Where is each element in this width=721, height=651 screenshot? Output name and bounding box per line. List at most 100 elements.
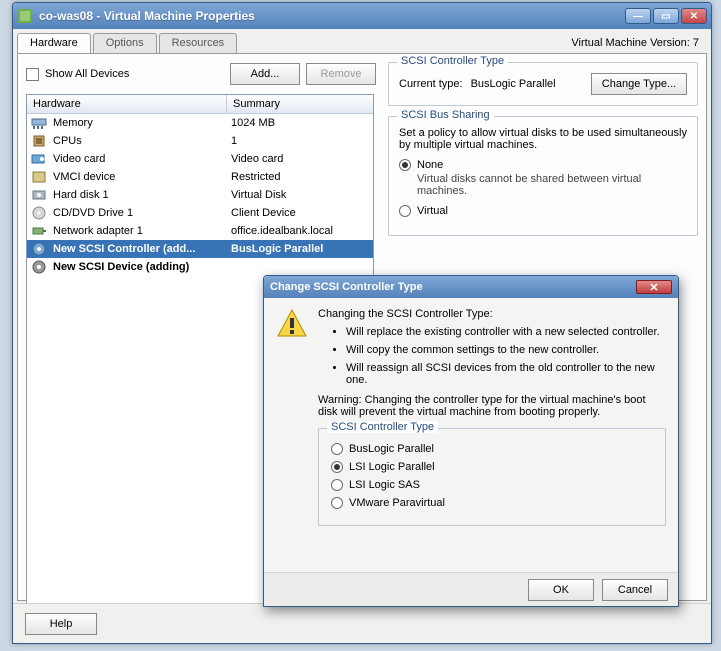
hw-summary: 1024 MB — [231, 117, 369, 129]
warning-icon — [276, 308, 308, 340]
scsi-type-option[interactable]: VMware Paravirtual — [331, 497, 653, 509]
hardware-table-header: Hardware Summary — [27, 95, 373, 114]
option-label: LSI Logic SAS — [349, 479, 420, 491]
bus-sharing-desc: Set a policy to allow virtual disks to b… — [399, 127, 687, 151]
hardware-row[interactable]: CD/DVD Drive 1 Client Device — [27, 204, 373, 222]
hw-name: Network adapter 1 — [53, 225, 231, 237]
group-title: SCSI Controller Type — [327, 421, 438, 433]
option-desc: Virtual disks cannot be shared between v… — [417, 173, 687, 197]
hardware-row[interactable]: New SCSI Controller (add... BusLogic Par… — [27, 240, 373, 258]
window-title: co-was08 - Virtual Machine Properties — [39, 9, 623, 23]
hardware-row[interactable]: Video card Video card — [27, 150, 373, 168]
show-all-label: Show All Devices — [45, 68, 230, 80]
ram-icon — [31, 116, 47, 130]
hardware-row[interactable]: Network adapter 1 office.idealbank.local — [27, 222, 373, 240]
close-button[interactable]: ✕ — [681, 8, 707, 24]
hardware-row[interactable]: Hard disk 1 Virtual Disk — [27, 186, 373, 204]
change-scsi-dialog: Change SCSI Controller Type ✕ Changing t… — [263, 275, 679, 607]
tab-hardware[interactable]: Hardware — [17, 33, 91, 53]
hw-summary: BusLogic Parallel — [231, 243, 369, 255]
option-label: Virtual — [417, 205, 448, 217]
right-column: SCSI Controller Type Current type: BusLo… — [388, 62, 698, 246]
maximize-button[interactable]: ▭ — [653, 8, 679, 24]
show-all-checkbox[interactable] — [26, 68, 39, 81]
radio-icon[interactable] — [331, 497, 343, 509]
hw-summary: Video card — [231, 153, 369, 165]
current-type-label: Current type: — [399, 78, 463, 90]
dialog-scsi-type-group: SCSI Controller Type BusLogic ParallelLS… — [318, 428, 666, 526]
scsi-bus-sharing-group: SCSI Bus Sharing Set a policy to allow v… — [388, 116, 698, 236]
option-label: LSI Logic Parallel — [349, 461, 435, 473]
radio-icon[interactable] — [399, 159, 411, 171]
cpu-icon — [31, 134, 47, 148]
group-title: SCSI Bus Sharing — [397, 109, 494, 121]
vmci-icon — [31, 170, 47, 184]
scsidev-icon — [31, 260, 47, 274]
dialog-intro: Changing the SCSI Controller Type: — [318, 308, 666, 320]
minimize-button[interactable]: — — [625, 8, 651, 24]
radio-icon[interactable] — [331, 461, 343, 473]
hw-name: Video card — [53, 153, 231, 165]
dialog-titlebar[interactable]: Change SCSI Controller Type ✕ — [264, 276, 678, 298]
help-button[interactable]: Help — [25, 613, 97, 635]
titlebar[interactable]: co-was08 - Virtual Machine Properties — … — [13, 3, 711, 29]
hw-name: Memory — [53, 117, 231, 129]
scsi-icon — [31, 242, 47, 256]
dialog-footer: OK Cancel — [264, 572, 678, 606]
video-icon — [31, 152, 47, 166]
scsi-type-option[interactable]: LSI Logic SAS — [331, 479, 653, 491]
option-label: None — [417, 159, 443, 171]
ok-button[interactable]: OK — [528, 579, 594, 601]
bottom-bar: Help — [13, 603, 711, 643]
tab-resources[interactable]: Resources — [159, 33, 238, 53]
hw-name: New SCSI Controller (add... — [53, 243, 231, 255]
cd-icon — [31, 206, 47, 220]
vsphere-icon — [17, 8, 33, 24]
disk-icon — [31, 188, 47, 202]
bullet-item: Will reassign all SCSI devices from the … — [346, 362, 666, 386]
col-hardware[interactable]: Hardware — [27, 95, 227, 113]
current-type-value: BusLogic Parallel — [471, 78, 583, 90]
nic-icon — [31, 224, 47, 238]
hw-name: CPUs — [53, 135, 231, 147]
dialog-warning-text: Warning: Changing the controller type fo… — [318, 394, 666, 418]
bullet-item: Will copy the common settings to the new… — [346, 344, 666, 356]
dialog-bullets: Will replace the existing controller wit… — [328, 326, 666, 386]
hardware-row[interactable]: VMCI device Restricted — [27, 168, 373, 186]
remove-button: Remove — [306, 63, 376, 85]
show-all-row: Show All Devices Add... Remove — [26, 62, 376, 86]
bus-sharing-option[interactable]: Virtual — [399, 205, 687, 217]
tab-options[interactable]: Options — [93, 33, 157, 53]
hw-summary: Restricted — [231, 171, 369, 183]
cancel-button[interactable]: Cancel — [602, 579, 668, 601]
option-label: VMware Paravirtual — [349, 497, 445, 509]
radio-icon[interactable] — [399, 205, 411, 217]
hw-summary: Client Device — [231, 207, 369, 219]
hw-summary: 1 — [231, 135, 369, 147]
bullet-item: Will replace the existing controller wit… — [346, 326, 666, 338]
dialog-body: Changing the SCSI Controller Type: Will … — [264, 298, 678, 536]
hardware-row[interactable]: New SCSI Device (adding) — [27, 258, 373, 276]
scsi-type-option[interactable]: BusLogic Parallel — [331, 443, 653, 455]
hw-name: New SCSI Device (adding) — [53, 261, 231, 273]
hw-name: CD/DVD Drive 1 — [53, 207, 231, 219]
scsi-controller-type-group: SCSI Controller Type Current type: BusLo… — [388, 62, 698, 106]
add-button[interactable]: Add... — [230, 63, 300, 85]
hardware-row[interactable]: CPUs 1 — [27, 132, 373, 150]
option-label: BusLogic Parallel — [349, 443, 434, 455]
hw-summary: Virtual Disk — [231, 189, 369, 201]
hw-name: Hard disk 1 — [53, 189, 231, 201]
radio-icon[interactable] — [331, 479, 343, 491]
group-title: SCSI Controller Type — [397, 55, 508, 67]
dialog-close-button[interactable]: ✕ — [636, 280, 672, 294]
scsi-type-option[interactable]: LSI Logic Parallel — [331, 461, 653, 473]
dialog-title: Change SCSI Controller Type — [270, 281, 636, 293]
hw-name: VMCI device — [53, 171, 231, 183]
change-type-button[interactable]: Change Type... — [591, 73, 687, 95]
radio-icon[interactable] — [331, 443, 343, 455]
hw-summary: office.idealbank.local — [231, 225, 369, 237]
hardware-row[interactable]: Memory 1024 MB — [27, 114, 373, 132]
bus-sharing-option[interactable]: None Virtual disks cannot be shared betwe… — [399, 159, 687, 197]
col-summary[interactable]: Summary — [227, 95, 373, 113]
vm-version-label: Virtual Machine Version: 7 — [571, 37, 699, 49]
